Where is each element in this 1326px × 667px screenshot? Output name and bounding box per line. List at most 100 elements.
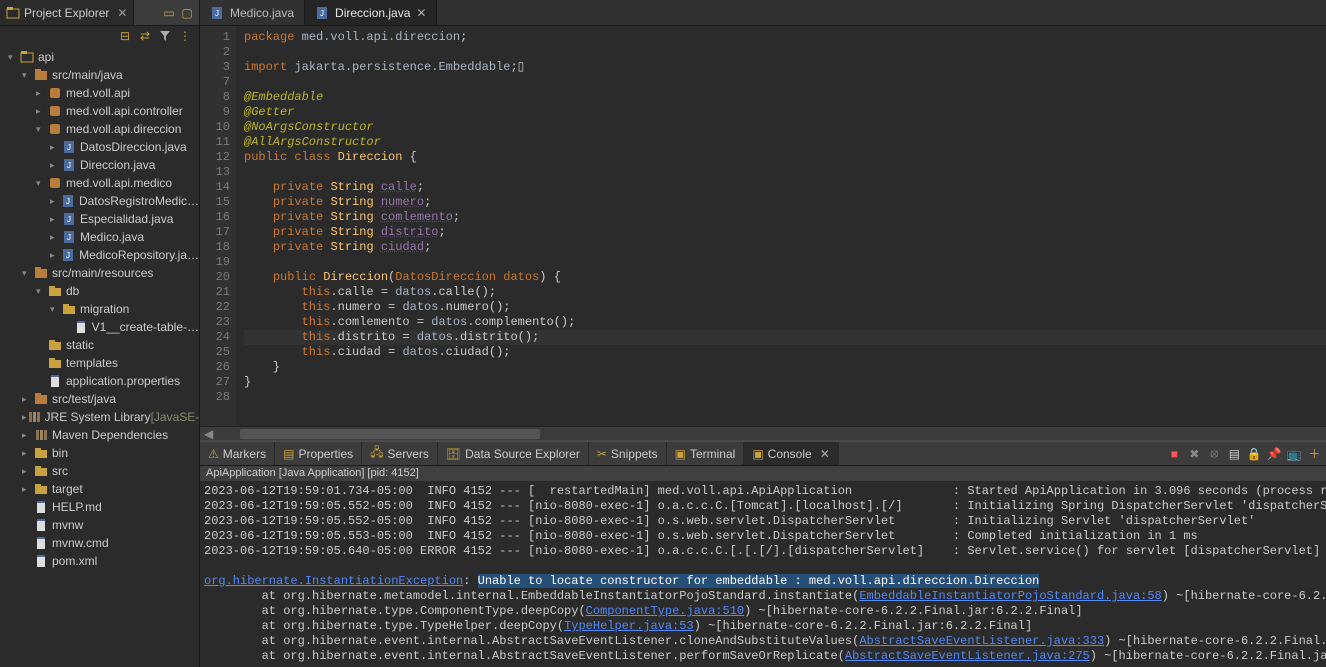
srcfolder-icon xyxy=(34,392,48,406)
tree-item[interactable]: ▾med.voll.api.medico xyxy=(0,174,199,192)
project-explorer-sidebar: Project Explorer ✕ ▭ ▢ ⊟ ⇄ ⋮ ▾api▾src/ma… xyxy=(0,0,200,667)
svg-text:J: J xyxy=(67,215,71,224)
javafile-icon: J xyxy=(62,158,76,172)
line-gutter: 1237891011121314151617181920212223242526… xyxy=(200,26,236,426)
tree-item[interactable]: mvnw xyxy=(0,516,199,534)
tree-item[interactable]: ▸JMedico.java xyxy=(0,228,199,246)
svg-text:J: J xyxy=(67,161,71,170)
collapse-all-icon[interactable]: ⊟ xyxy=(117,28,133,44)
clear-console-icon[interactable]: ▤ xyxy=(1225,445,1243,463)
folder-icon xyxy=(34,446,48,460)
console-tab-snippets[interactable]: ✂Snippets xyxy=(589,442,667,465)
close-icon[interactable]: ✕ xyxy=(117,6,127,20)
link-editor-icon[interactable]: ⇄ xyxy=(137,28,153,44)
project-tree[interactable]: ▾api▾src/main/java▸med.voll.api▸med.voll… xyxy=(0,46,199,667)
props-icon: ▤ xyxy=(283,447,294,461)
folder-icon xyxy=(48,356,62,370)
tree-item[interactable]: ▸JDatosDireccion.java xyxy=(0,138,199,156)
javafile-icon: J xyxy=(62,140,76,154)
console-tab-servers[interactable]: 🖧Servers xyxy=(362,442,438,465)
tree-item[interactable]: ▸bin xyxy=(0,444,199,462)
tree-item[interactable]: ▸Maven Dependencies xyxy=(0,426,199,444)
close-icon[interactable]: ✕ xyxy=(820,447,830,461)
exception-link[interactable]: org.hibernate.InstantiationException xyxy=(204,574,463,588)
tree-item[interactable]: V1__create-table-… xyxy=(0,318,199,336)
folder-icon xyxy=(62,302,76,316)
pin-console-icon[interactable]: 📌 xyxy=(1265,445,1283,463)
folder-icon xyxy=(34,464,48,478)
svg-text:J: J xyxy=(66,197,70,206)
stack-link[interactable]: AbstractSaveEventListener.java:275 xyxy=(845,649,1090,663)
tree-item[interactable]: ▾api xyxy=(0,48,199,66)
tree-item[interactable]: ▾migration xyxy=(0,300,199,318)
tree-item[interactable]: ▸target xyxy=(0,480,199,498)
maximize-icon[interactable]: ▢ xyxy=(179,5,195,21)
stack-link[interactable]: TypeHelper.java:53 xyxy=(564,619,694,633)
stack-link[interactable]: ComponentType.java:510 xyxy=(586,604,744,618)
tree-item[interactable]: ▸med.voll.api.controller xyxy=(0,102,199,120)
editor-tab[interactable]: JDireccion.java✕ xyxy=(305,0,437,25)
code-editor[interactable]: package med.voll.api.direccion;import ja… xyxy=(236,26,1326,426)
tree-item[interactable]: ▸JDatosRegistroMedic… xyxy=(0,192,199,210)
stop-icon[interactable]: ■ xyxy=(1165,445,1183,463)
file-icon xyxy=(74,320,88,334)
srcfolder-icon xyxy=(34,266,48,280)
stack-link[interactable]: EmbeddableInstantiatorPojoStandard.java:… xyxy=(859,589,1161,603)
remove-all-icon[interactable]: ⦻ xyxy=(1205,445,1223,463)
console-output[interactable]: 2023-06-12T19:59:01.734-05:00 INFO 4152 … xyxy=(200,482,1326,667)
editor-area: 1237891011121314151617181920212223242526… xyxy=(200,26,1326,426)
stack-link[interactable]: AbstractSaveEventListener.java:333 xyxy=(859,634,1104,648)
minimize-icon[interactable]: ▭ xyxy=(161,5,177,21)
svg-text:J: J xyxy=(67,233,71,242)
tree-item[interactable]: application.properties xyxy=(0,372,199,390)
console-tab-terminal[interactable]: ▣Terminal xyxy=(667,442,745,465)
tree-item[interactable]: ▾src/main/java xyxy=(0,66,199,84)
tree-item[interactable]: templates xyxy=(0,354,199,372)
tree-item[interactable]: ▸JMedicoRepository.ja… xyxy=(0,246,199,264)
tree-item[interactable]: ▸src/test/java xyxy=(0,390,199,408)
view-tab-bar: Project Explorer ✕ ▭ ▢ xyxy=(0,0,199,26)
close-icon[interactable]: ✕ xyxy=(416,6,426,20)
tree-item[interactable]: static xyxy=(0,336,199,354)
filter-icon[interactable] xyxy=(157,28,173,44)
file-icon xyxy=(34,554,48,568)
console-tab-console[interactable]: ▣Console✕ xyxy=(744,442,838,465)
view-tab-project-explorer[interactable]: Project Explorer ✕ xyxy=(0,0,134,25)
tree-item[interactable]: HELP.md xyxy=(0,498,199,516)
markers-icon: ⚠ xyxy=(208,447,219,461)
console-tab-markers[interactable]: ⚠Markers xyxy=(200,442,275,465)
javafile-icon: J xyxy=(61,248,75,262)
console-panel: ⚠Markers▤Properties🖧Servers🗄Data Source … xyxy=(200,440,1326,667)
console-icon: ▣ xyxy=(752,447,763,461)
new-console-icon[interactable]: ＋ xyxy=(1305,445,1323,463)
display-console-icon[interactable]: 📺 xyxy=(1285,445,1303,463)
tree-item[interactable]: ▸JDireccion.java xyxy=(0,156,199,174)
javafile-icon: J xyxy=(61,194,75,208)
tree-item[interactable]: mvnw.cmd xyxy=(0,534,199,552)
console-tab-properties[interactable]: ▤Properties xyxy=(275,442,362,465)
lib-icon xyxy=(27,410,41,424)
package-icon xyxy=(48,86,62,100)
horizontal-scrollbar[interactable]: ◀▶ xyxy=(200,426,1326,440)
remove-launch-icon[interactable]: ✖ xyxy=(1185,445,1203,463)
tree-item[interactable]: ▾src/main/resources xyxy=(0,264,199,282)
menu-icon[interactable]: ⋮ xyxy=(177,28,193,44)
tree-item[interactable]: ▸med.voll.api xyxy=(0,84,199,102)
tree-item[interactable]: ▸JEspecialidad.java xyxy=(0,210,199,228)
editor-tab-bar: JMedico.javaJDireccion.java✕ xyxy=(200,0,1326,26)
file-icon xyxy=(34,518,48,532)
folder-icon xyxy=(34,482,48,496)
editor-tab[interactable]: JMedico.java xyxy=(200,0,305,25)
package-icon xyxy=(48,176,62,190)
javafile-icon: J xyxy=(62,230,76,244)
tree-item[interactable]: ▸JRE System Library [JavaSE- xyxy=(0,408,199,426)
servers-icon: 🖧 xyxy=(370,443,383,464)
file-icon xyxy=(34,536,48,550)
tree-item[interactable]: ▾db xyxy=(0,282,199,300)
console-tab-data-source-explorer[interactable]: 🗄Data Source Explorer xyxy=(438,442,589,465)
tree-item[interactable]: pom.xml xyxy=(0,552,199,570)
scroll-lock-icon[interactable]: 🔒 xyxy=(1245,445,1263,463)
tree-item[interactable]: ▸src xyxy=(0,462,199,480)
package-icon xyxy=(48,104,62,118)
tree-item[interactable]: ▾med.voll.api.direccion xyxy=(0,120,199,138)
